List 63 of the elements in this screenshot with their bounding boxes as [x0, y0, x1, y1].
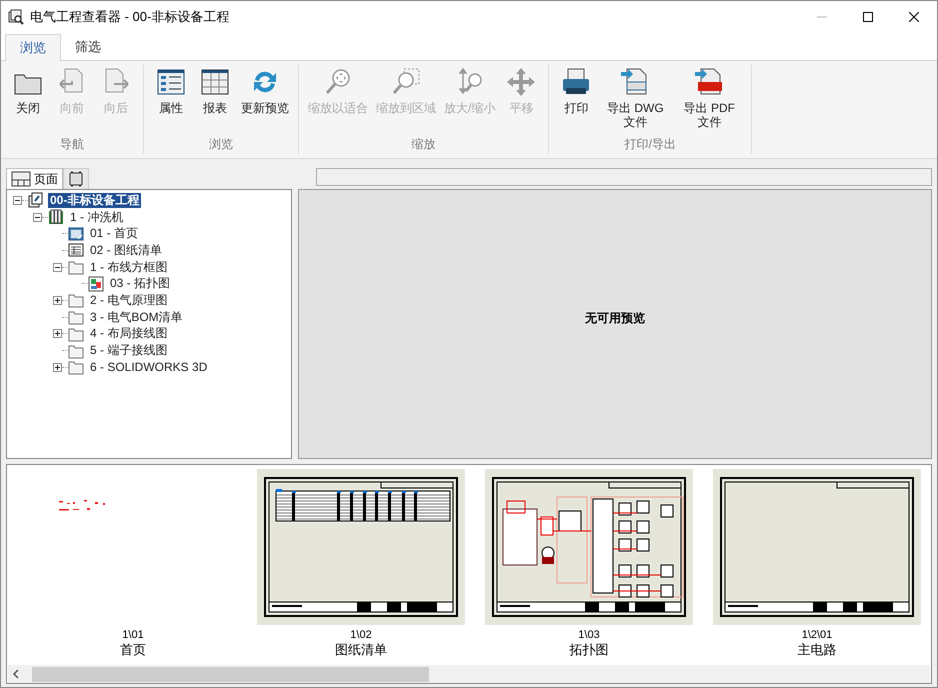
sheet-title: 主电路 — [798, 642, 836, 658]
tree-item[interactable]: 1 - 布线方框图 — [88, 260, 170, 275]
ribbon-button[interactable]: 导出 PDF 文件 — [673, 65, 746, 129]
tree-item[interactable]: 5 - 端子接线图 — [88, 343, 170, 358]
collapse-icon[interactable] — [33, 212, 42, 222]
sheet-number: 1\03 — [578, 629, 600, 642]
pane-tab[interactable] — [63, 168, 89, 189]
tree-item[interactable]: 03 - 拓扑图 — [108, 276, 172, 292]
close-icon[interactable] — [909, 12, 919, 22]
sheet-number: 1\2\01 — [802, 629, 832, 642]
ribbon-tab[interactable]: 筛选 — [61, 33, 115, 60]
move-arrows-icon — [505, 66, 538, 98]
folder-icon — [68, 292, 84, 308]
tree-item[interactable]: 00-非标设备工程 — [48, 192, 142, 208]
horizontal-scrollbar[interactable] — [8, 665, 930, 683]
sheet-number: 1\02 — [350, 629, 372, 642]
folder-icon — [68, 309, 84, 326]
preview-message: 无可用预览 — [585, 310, 645, 327]
window-title: 电气工程查看器 - 00-非标设备工程 — [30, 8, 230, 26]
folder-icon — [68, 359, 84, 376]
sheet-title: 图纸清单 — [335, 642, 387, 658]
sheet-title: 拓扑图 — [570, 642, 608, 658]
collapse-icon[interactable] — [53, 262, 62, 272]
cover-page-icon — [68, 226, 84, 242]
path-field[interactable] — [316, 168, 932, 186]
ribbon-group-label: 浏览 — [209, 137, 233, 151]
folder-icon — [68, 326, 84, 342]
sheet-drawing — [58, 499, 106, 511]
sheet-title: 首页 — [120, 642, 146, 658]
cabinet-icon — [68, 171, 84, 187]
scroll-thumb[interactable] — [32, 666, 429, 682]
tree-item[interactable]: 1 - 冲洗机 — [68, 210, 126, 225]
ribbon-group-label: 导航 — [60, 137, 84, 151]
tree-item[interactable]: 02 - 图纸清单 — [88, 242, 164, 258]
tree-item[interactable]: 2 - 电气原理图 — [88, 292, 170, 308]
ribbon-button[interactable]: 打印 — [555, 65, 598, 115]
tree-item[interactable]: 3 - 电气BOM清单 — [88, 310, 185, 325]
tree-item[interactable]: 01 - 首页 — [88, 226, 140, 242]
binder-icon — [48, 209, 64, 226]
sheet-number: 1\01 — [122, 629, 144, 642]
ribbon-button[interactable]: 更新预览 — [238, 65, 292, 115]
maximize-icon[interactable] — [863, 12, 873, 22]
ribbon-button[interactable]: 导出 DWG 文件 — [599, 65, 672, 129]
page-layout-icon — [11, 171, 31, 187]
list-page-icon — [68, 242, 84, 258]
stacked-pages-icon — [28, 192, 44, 208]
pane-tab[interactable]: 页面 — [6, 168, 63, 189]
ribbon-group-label: 缩放 — [412, 137, 436, 151]
expand-icon[interactable] — [53, 362, 62, 372]
ribbon-group-label: 打印/导出 — [624, 137, 676, 151]
app-icon — [8, 9, 24, 25]
schematic-page-icon — [88, 276, 104, 292]
ribbon-button[interactable]: 关闭 — [7, 65, 49, 115]
ribbon-button[interactable]: 属性 — [150, 65, 192, 115]
tree-item[interactable]: 6 - SOLIDWORKS 3D — [88, 360, 210, 375]
ribbon-button[interactable]: 报表 — [194, 65, 236, 115]
ribbon-tab[interactable]: 浏览 — [5, 34, 61, 61]
folder-icon — [68, 259, 84, 276]
collapse-icon[interactable] — [13, 196, 22, 205]
expand-icon[interactable] — [53, 329, 62, 338]
folder-icon — [68, 342, 84, 359]
tree-item[interactable]: 4 - 布局接线图 — [88, 326, 170, 342]
expand-icon[interactable] — [53, 296, 62, 305]
